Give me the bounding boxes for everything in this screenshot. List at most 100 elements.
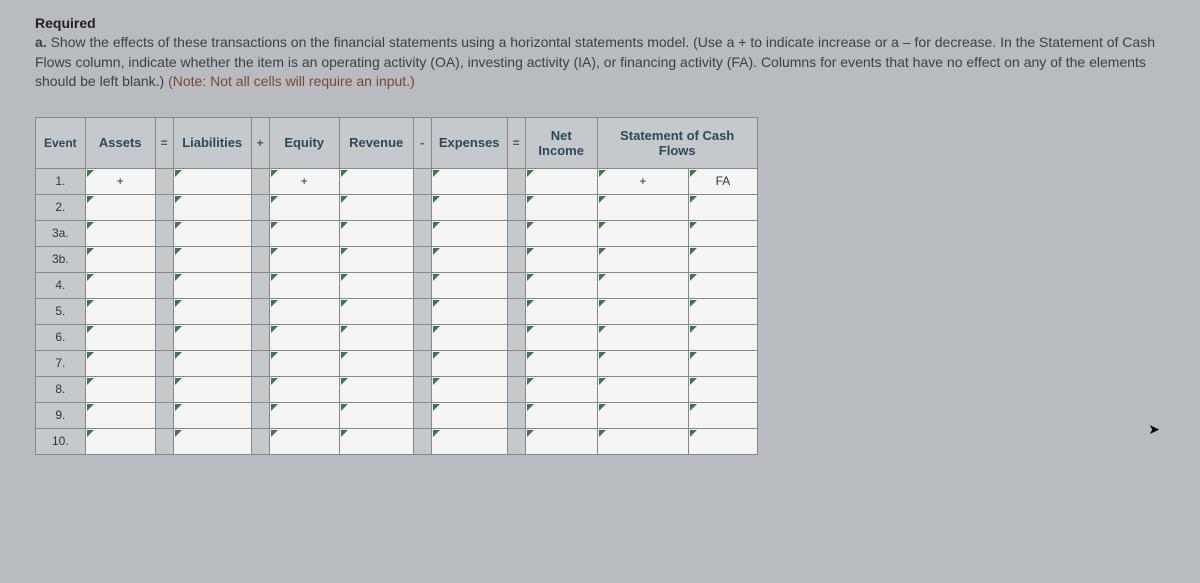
liabilities-cell[interactable] — [173, 272, 251, 298]
liabilities-cell[interactable] — [173, 324, 251, 350]
liabilities-cell[interactable] — [173, 298, 251, 324]
cash-type-cell[interactable] — [689, 376, 758, 402]
cash-type-cell[interactable] — [689, 194, 758, 220]
equity-cell[interactable] — [269, 350, 339, 376]
expenses-cell[interactable] — [431, 194, 507, 220]
expenses-cell[interactable] — [431, 298, 507, 324]
expenses-cell[interactable] — [431, 220, 507, 246]
revenue-cell[interactable] — [339, 220, 413, 246]
assets-cell[interactable] — [85, 324, 155, 350]
expenses-cell[interactable] — [431, 350, 507, 376]
table-row: 10. — [36, 428, 758, 454]
cash-type-cell[interactable] — [689, 298, 758, 324]
assets-cell[interactable] — [85, 376, 155, 402]
net-income-cell[interactable] — [525, 194, 597, 220]
assets-cell-value: + — [117, 174, 124, 188]
cash-amount-cell[interactable] — [597, 350, 688, 376]
cash-amount-cell[interactable] — [597, 428, 688, 454]
assets-cell[interactable] — [85, 220, 155, 246]
revenue-cell[interactable] — [339, 428, 413, 454]
expenses-cell[interactable] — [431, 428, 507, 454]
cash-type-cell[interactable] — [689, 324, 758, 350]
liabilities-cell[interactable] — [173, 428, 251, 454]
separator-cell — [413, 350, 431, 376]
revenue-cell[interactable] — [339, 298, 413, 324]
cash-type-cell[interactable] — [689, 220, 758, 246]
net-income-cell[interactable] — [525, 324, 597, 350]
liabilities-cell[interactable] — [173, 246, 251, 272]
assets-cell[interactable] — [85, 402, 155, 428]
net-income-cell[interactable] — [525, 428, 597, 454]
net-income-cell[interactable] — [525, 220, 597, 246]
assets-cell[interactable] — [85, 272, 155, 298]
net-income-cell[interactable] — [525, 402, 597, 428]
separator-cell — [413, 168, 431, 194]
expenses-cell[interactable] — [431, 246, 507, 272]
liabilities-cell[interactable] — [173, 350, 251, 376]
equity-cell[interactable] — [269, 220, 339, 246]
equity-cell[interactable] — [269, 194, 339, 220]
assets-cell[interactable] — [85, 246, 155, 272]
liabilities-cell[interactable] — [173, 168, 251, 194]
liabilities-cell[interactable] — [173, 220, 251, 246]
assets-cell[interactable] — [85, 298, 155, 324]
assets-cell[interactable]: + — [85, 168, 155, 194]
table-row: 4. — [36, 272, 758, 298]
equity-cell[interactable] — [269, 428, 339, 454]
cash-type-cell[interactable] — [689, 350, 758, 376]
liabilities-cell[interactable] — [173, 194, 251, 220]
cash-type-cell[interactable] — [689, 402, 758, 428]
separator-cell — [155, 402, 173, 428]
cash-amount-cell[interactable]: + — [597, 168, 688, 194]
separator-cell — [507, 272, 525, 298]
revenue-cell[interactable] — [339, 376, 413, 402]
cash-amount-cell[interactable] — [597, 246, 688, 272]
cash-amount-cell[interactable] — [597, 376, 688, 402]
equity-cell[interactable] — [269, 272, 339, 298]
equity-cell[interactable] — [269, 376, 339, 402]
revenue-cell[interactable] — [339, 402, 413, 428]
cash-amount-cell[interactable] — [597, 402, 688, 428]
cash-type-cell[interactable] — [689, 272, 758, 298]
cash-amount-cell[interactable] — [597, 272, 688, 298]
revenue-cell[interactable] — [339, 246, 413, 272]
equity-cell[interactable] — [269, 246, 339, 272]
assets-cell[interactable] — [85, 350, 155, 376]
expenses-cell[interactable] — [431, 168, 507, 194]
separator-cell — [413, 428, 431, 454]
net-income-cell[interactable] — [525, 168, 597, 194]
equity-cell[interactable] — [269, 402, 339, 428]
liabilities-cell[interactable] — [173, 402, 251, 428]
net-income-cell[interactable] — [525, 376, 597, 402]
header-equity: Equity — [269, 117, 339, 168]
expenses-cell[interactable] — [431, 376, 507, 402]
cash-amount-cell[interactable] — [597, 298, 688, 324]
equity-cell[interactable]: + — [269, 168, 339, 194]
cash-type-cell[interactable] — [689, 428, 758, 454]
cash-amount-cell[interactable] — [597, 324, 688, 350]
net-income-cell[interactable] — [525, 272, 597, 298]
expenses-cell[interactable] — [431, 272, 507, 298]
cash-type-cell[interactable] — [689, 246, 758, 272]
equity-cell[interactable] — [269, 298, 339, 324]
separator-cell — [155, 246, 173, 272]
net-income-cell[interactable] — [525, 350, 597, 376]
revenue-cell[interactable] — [339, 168, 413, 194]
equity-cell[interactable] — [269, 324, 339, 350]
separator-cell — [413, 220, 431, 246]
revenue-cell[interactable] — [339, 194, 413, 220]
revenue-cell[interactable] — [339, 324, 413, 350]
cash-type-cell[interactable]: FA — [689, 168, 758, 194]
cash-amount-cell[interactable] — [597, 194, 688, 220]
assets-cell[interactable] — [85, 428, 155, 454]
expenses-cell[interactable] — [431, 402, 507, 428]
net-income-cell[interactable] — [525, 298, 597, 324]
revenue-cell[interactable] — [339, 350, 413, 376]
expenses-cell[interactable] — [431, 324, 507, 350]
net-income-cell[interactable] — [525, 246, 597, 272]
liabilities-cell[interactable] — [173, 376, 251, 402]
revenue-cell[interactable] — [339, 272, 413, 298]
cash-amount-cell[interactable] — [597, 220, 688, 246]
assets-cell[interactable] — [85, 194, 155, 220]
event-label: 4. — [36, 272, 86, 298]
